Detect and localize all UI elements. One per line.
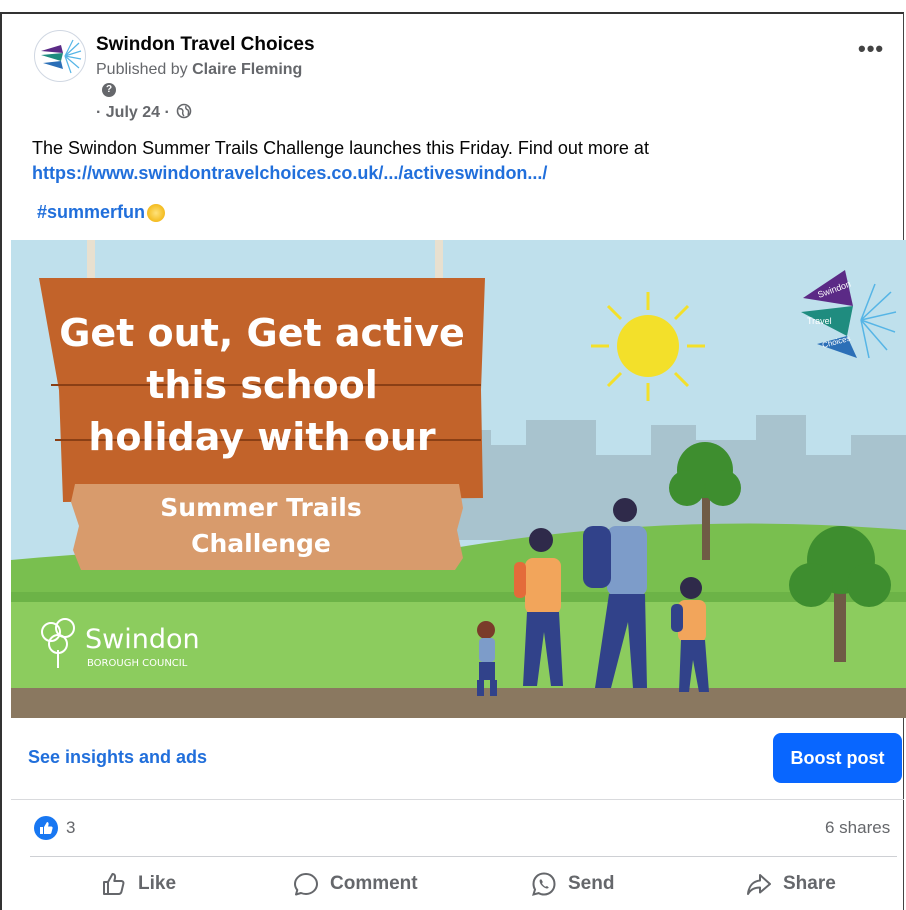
like-label: Like xyxy=(138,873,177,894)
wooden-sign: Get out, Get active this school holiday … xyxy=(39,278,485,570)
logo-word-travel: Travel xyxy=(807,316,832,326)
like-button[interactable]: Like xyxy=(100,868,176,900)
like-reaction-icon[interactable] xyxy=(34,816,58,840)
sign-line-2: this school xyxy=(146,363,378,407)
share-button[interactable]: Share xyxy=(745,868,836,900)
hashtag-link[interactable]: #summerfun xyxy=(37,202,166,223)
plank-line-2: Challenge xyxy=(191,529,331,558)
comment-label: Comment xyxy=(330,873,418,894)
boost-post-button[interactable]: Boost post xyxy=(773,733,902,783)
send-label: Send xyxy=(568,873,615,894)
page-avatar[interactable] xyxy=(34,30,86,82)
post-image[interactable]: Swindon Travel Choices Get out, Get acti… xyxy=(11,240,906,718)
post-link[interactable]: https://www.swindontravelchoices.co.uk/.… xyxy=(32,163,547,184)
globe-icon xyxy=(176,103,192,119)
post-text: The Swindon Summer Trails Challenge laun… xyxy=(32,138,649,158)
like-count[interactable]: 3 xyxy=(66,818,75,838)
council-name: Swindon xyxy=(85,624,200,655)
divider xyxy=(30,856,897,857)
post-date-row: · July 24 · xyxy=(96,103,192,122)
published-by-text: Published by Claire Fleming xyxy=(96,61,302,79)
sun-emoji-icon xyxy=(147,204,166,222)
summer-trails-illustration: Swindon Travel Choices Get out, Get acti… xyxy=(11,240,906,718)
sign-line-3: holiday with our xyxy=(88,415,436,459)
hashtag-text[interactable]: #summerfun xyxy=(37,202,145,222)
swindon-travel-choices-logo-icon xyxy=(41,39,82,74)
comment-bubble-icon xyxy=(294,873,318,896)
more-options-button[interactable]: ••• xyxy=(858,38,890,64)
council-sub: BOROUGH COUNCIL xyxy=(87,658,188,669)
share-arrow-icon xyxy=(747,874,771,895)
published-prefix: Published by xyxy=(96,61,193,78)
divider xyxy=(11,799,904,800)
thumbs-up-icon xyxy=(103,873,125,895)
author-name-link[interactable]: Claire Fleming xyxy=(192,61,302,78)
post-date[interactable]: · July 24 · xyxy=(96,104,170,121)
sign-line-1: Get out, Get active xyxy=(59,311,465,355)
shares-count[interactable]: 6 shares xyxy=(825,818,890,838)
page-name-link[interactable]: Swindon Travel Choices xyxy=(96,34,315,56)
question-icon[interactable]: ? xyxy=(102,83,116,97)
comment-button[interactable]: Comment xyxy=(292,868,418,900)
send-button[interactable]: Send xyxy=(530,868,614,900)
share-label: Share xyxy=(783,873,836,894)
whatsapp-icon xyxy=(532,872,556,896)
see-insights-link[interactable]: See insights and ads xyxy=(28,747,207,768)
plank-line-1: Summer Trails xyxy=(160,493,361,522)
